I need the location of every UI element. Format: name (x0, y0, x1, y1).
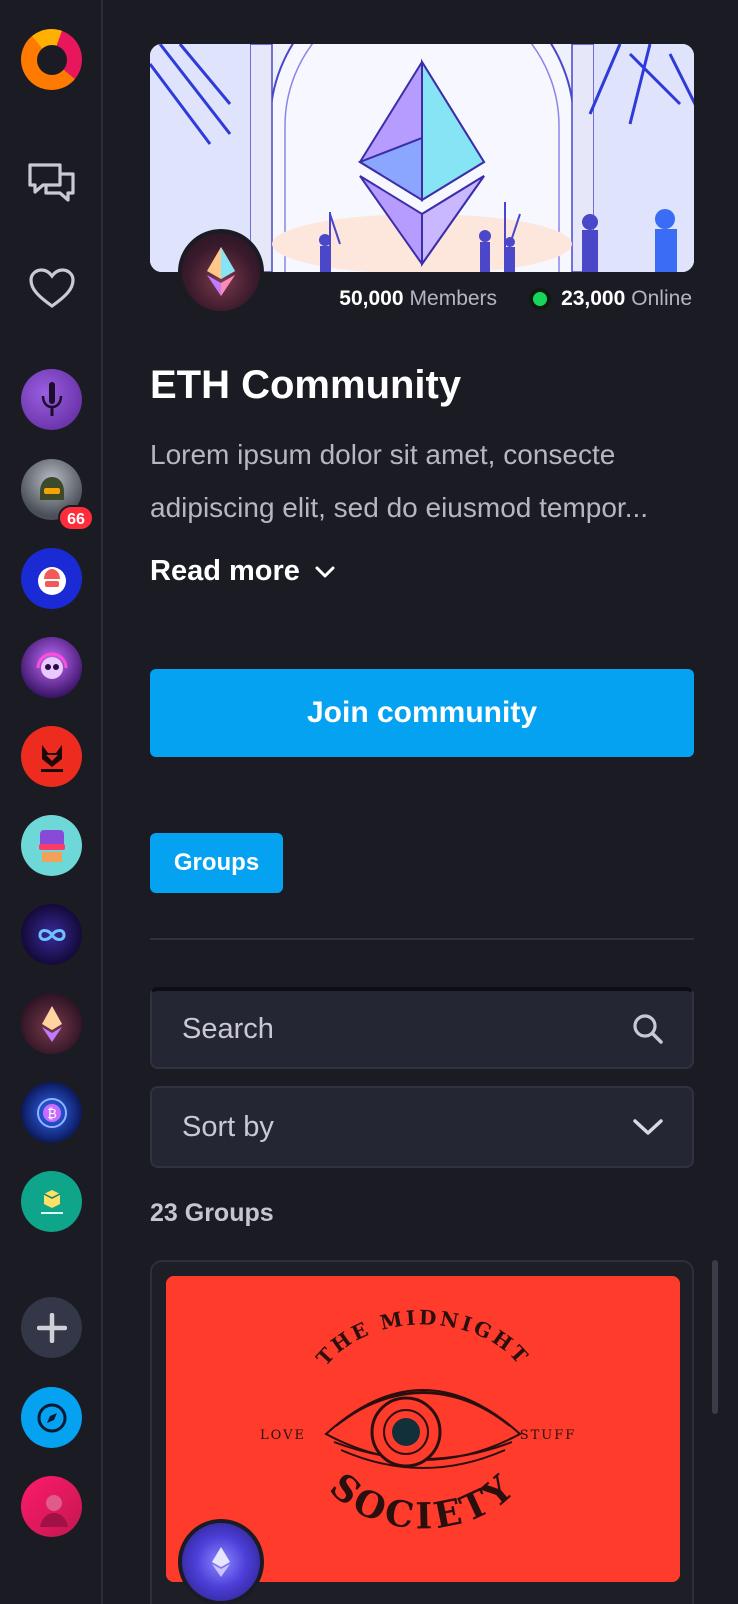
notification-badge: 66 (58, 505, 94, 531)
community-avatar[interactable] (21, 993, 82, 1054)
online-label: Online (631, 287, 692, 310)
community-title: ETH Community (150, 363, 462, 407)
group-avatar (178, 1519, 264, 1604)
plus-icon (36, 1312, 67, 1343)
search-input[interactable] (182, 1012, 582, 1046)
join-community-button[interactable]: Join community (150, 669, 694, 757)
divider (150, 938, 694, 940)
add-community-button[interactable] (21, 1297, 82, 1358)
svg-text:₿: ₿ (47, 1107, 57, 1122)
read-more-label: Read more (150, 555, 300, 587)
community-avatar[interactable] (21, 369, 82, 430)
read-more-link[interactable]: Read more (150, 555, 336, 588)
user-avatar[interactable] (21, 1476, 82, 1537)
community-avatar[interactable] (21, 1171, 82, 1232)
cover-left-text: LOVE (260, 1428, 306, 1443)
sidebar: 66 ₿ (0, 0, 103, 1604)
scrollbar[interactable] (712, 1260, 718, 1414)
community-avatar[interactable] (21, 726, 82, 787)
community-avatar[interactable] (21, 548, 82, 609)
group-card[interactable]: THE MIDNIGHT SOCIETY LOVE STUFF (150, 1260, 694, 1604)
community-avatar[interactable] (21, 637, 82, 698)
search-icon[interactable] (632, 1013, 664, 1045)
community-stats: 50,000 Members 23,000 Online (339, 287, 692, 311)
chevron-down-icon (315, 566, 335, 577)
heart-icon[interactable] (21, 257, 82, 318)
community-avatar[interactable] (21, 904, 82, 965)
community-description: Lorem ipsum dolor sit amet, consecte adi… (150, 439, 649, 523)
community-avatar[interactable]: ₿ (21, 1082, 82, 1143)
app-root: 66 ₿ 50,000 Members 23,000 Online ETH Co… (0, 0, 738, 1604)
groups-count: 23 Groups (150, 1199, 274, 1227)
online-status-icon (529, 288, 552, 310)
community-avatar[interactable] (21, 815, 82, 876)
compass-icon (37, 1403, 66, 1432)
chevron-down-icon (633, 1119, 663, 1135)
app-logo[interactable] (21, 29, 82, 90)
chat-icon[interactable] (21, 154, 82, 215)
sort-dropdown[interactable]: Sort by (150, 1086, 694, 1168)
tab-groups[interactable]: Groups (150, 833, 283, 893)
explore-button[interactable] (21, 1387, 82, 1448)
members-label: Members (409, 287, 498, 310)
community-avatar-main (178, 229, 264, 315)
online-count: 23,000 (561, 287, 626, 310)
cover-right-text: STUFF (520, 1428, 577, 1443)
search-field[interactable] (150, 987, 694, 1069)
members-count: 50,000 (339, 287, 404, 310)
sort-label: Sort by (182, 1110, 274, 1143)
